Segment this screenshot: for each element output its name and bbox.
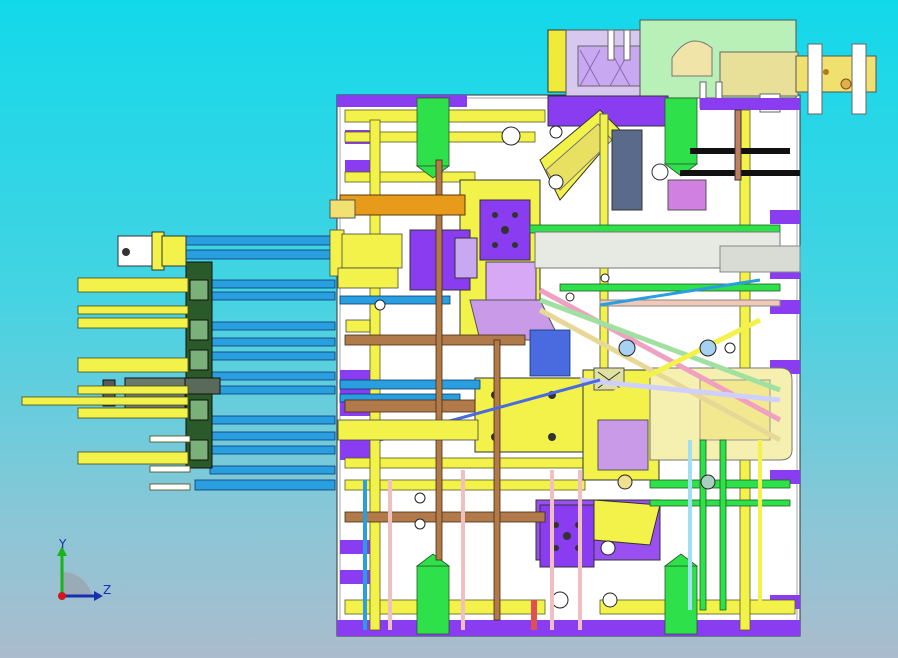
y-axis-label: Y (58, 537, 67, 551)
orange-pipes (329, 194, 466, 219)
cad-model-view[interactable]: Y Z (0, 0, 898, 658)
triad-quadrant (62, 571, 92, 596)
z-axis-label: Z (103, 583, 111, 597)
x-axis-dot-icon (58, 592, 66, 600)
cad-viewport[interactable]: Y Z (0, 0, 898, 658)
axis-triad: Y Z (57, 537, 111, 601)
left-valve (117, 231, 187, 271)
z-axis-head-icon (94, 591, 103, 601)
